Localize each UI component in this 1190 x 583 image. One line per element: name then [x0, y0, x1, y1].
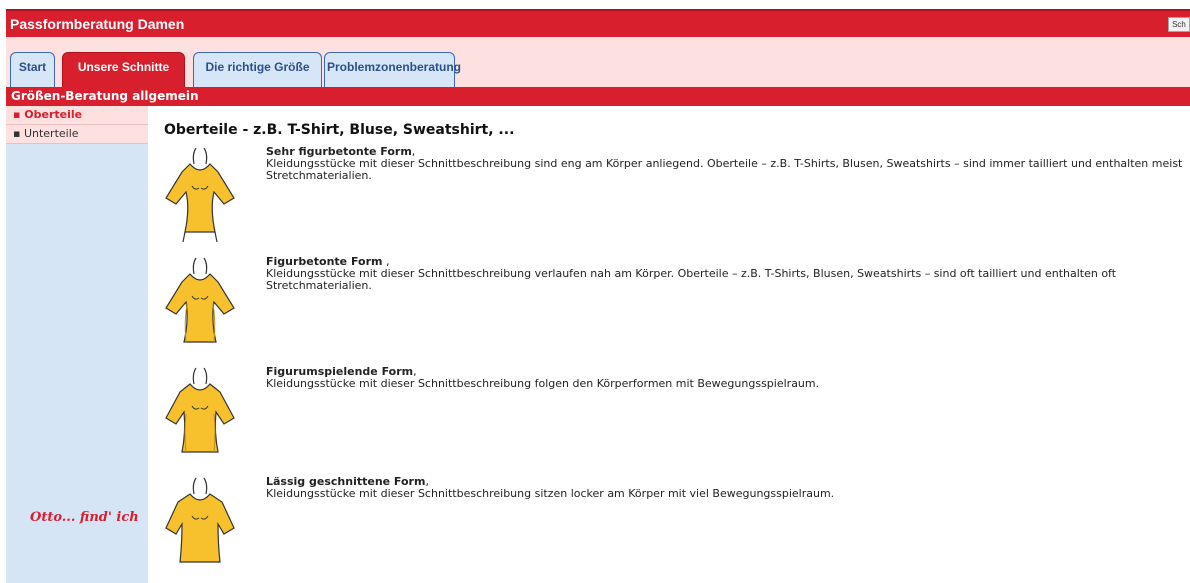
tab-start[interactable]: Start — [10, 52, 55, 87]
relaxed-shirt-icon — [165, 367, 235, 453]
title-bar: Passformberatung Damen Sch — [6, 9, 1190, 37]
item-description: Kleidungsstücke mit dieser Schnittbeschr… — [266, 157, 1183, 182]
item-text: Sehr figurbetonte Form, Kleidungsstücke … — [266, 146, 1186, 182]
page-title: Oberteile - z.B. T-Shirt, Bluse, Sweatsh… — [164, 122, 515, 138]
otto-logo: Otto... find' ich gut. — [30, 510, 140, 525]
list-item: Figurbetonte Form , Kleidungsstücke mit … — [156, 256, 1190, 356]
section-title: Größen-Beratung allgemein — [11, 89, 199, 103]
item-text: Figurumspielende Form, Kleidungsstücke m… — [266, 366, 1186, 390]
item-description: Kleidungsstücke mit dieser Schnittbeschr… — [266, 487, 835, 500]
item-text: Figurbetonte Form , Kleidungsstücke mit … — [266, 256, 1186, 292]
tab-problemzonenberatung[interactable]: Problemzonenberatung — [324, 52, 461, 87]
window-title: Passformberatung Damen — [10, 16, 185, 32]
app-frame: Passformberatung Damen Sch Start Unsere … — [6, 9, 1190, 583]
sidebar-item-oberteile[interactable]: ▪ Oberteile — [6, 106, 148, 125]
tab-unsere-schnitte[interactable]: Unsere Schnitte — [62, 52, 185, 87]
tab-bar: Start Unsere Schnitte Die richtige Größe… — [6, 37, 1190, 87]
close-button[interactable]: Sch — [1168, 17, 1190, 32]
tab-die-richtige-groesse[interactable]: Die richtige Größe — [193, 52, 322, 87]
item-text: Lässig geschnittene Form, Kleidungsstück… — [266, 476, 1186, 500]
fitted-shirt-icon — [165, 257, 235, 343]
list-item: Figurumspielende Form, Kleidungsstücke m… — [156, 366, 1190, 466]
sidebar-item-unterteile[interactable]: ▪ Unterteile — [6, 125, 148, 144]
main-content: Oberteile - z.B. T-Shirt, Bluse, Sweatsh… — [156, 106, 1190, 583]
list-item: Lässig geschnittene Form, Kleidungsstück… — [156, 476, 1190, 576]
sidebar: ▪ Oberteile ▪ Unterteile Otto... find' i… — [6, 106, 148, 583]
item-description: Kleidungsstücke mit dieser Schnittbeschr… — [266, 377, 820, 390]
section-header: Größen-Beratung allgemein — [6, 87, 1190, 106]
item-description: Kleidungsstücke mit dieser Schnittbeschr… — [266, 267, 1117, 292]
sidebar-item-label: Unterteile — [23, 127, 79, 140]
svg-text:Otto... find' ich gut.: Otto... find' ich gut. — [30, 510, 140, 525]
fitted-shirt-icon — [165, 147, 235, 242]
sidebar-item-label: Oberteile — [24, 108, 83, 121]
list-item: Sehr figurbetonte Form, Kleidungsstücke … — [156, 146, 1190, 246]
loose-shirt-icon — [165, 477, 235, 563]
